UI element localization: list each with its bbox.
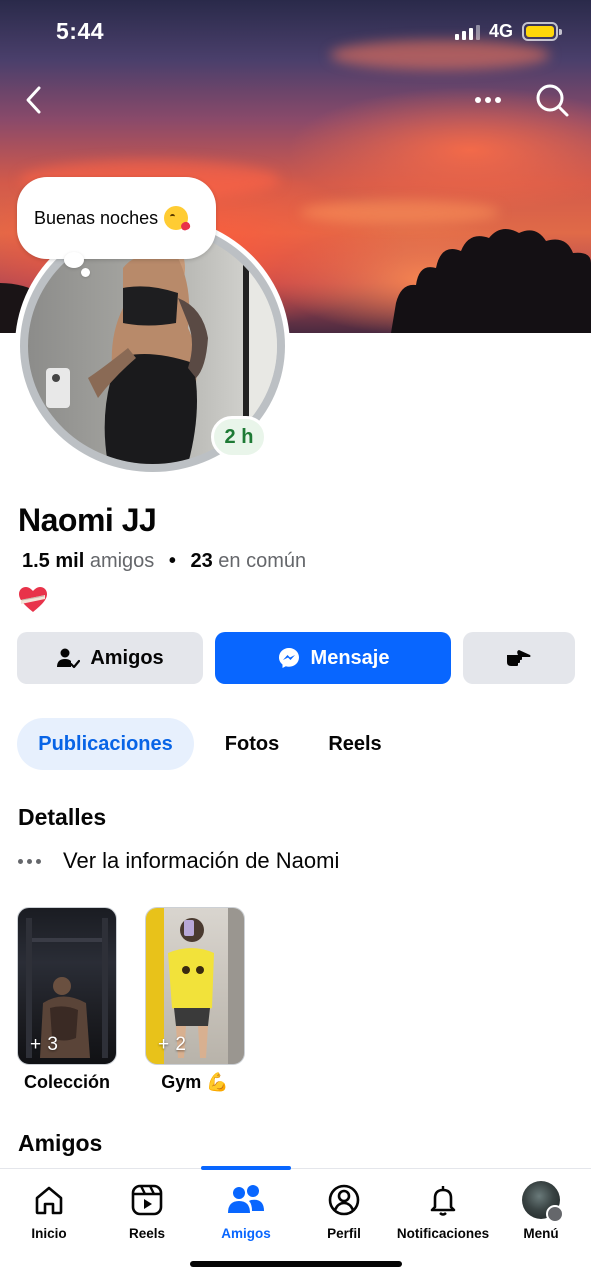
highlight-label: Colección [23, 1072, 111, 1092]
active-time-badge: 2 h [211, 416, 267, 458]
highlight-count: + 3 [30, 1034, 59, 1055]
search-icon [536, 84, 569, 117]
mutual-count: 23 [190, 550, 213, 572]
note-text: Buenas noches [34, 207, 159, 228]
nav-label: Menú [523, 1226, 559, 1241]
messenger-icon [278, 648, 299, 668]
reels-icon [131, 1184, 163, 1216]
friend-label: amigos [89, 550, 155, 572]
nav-label: Notificaciones [396, 1226, 490, 1241]
nav-amigos[interactable]: Amigos [197, 1180, 295, 1241]
nav-menu[interactable]: Menú [492, 1180, 590, 1241]
mutual-label: en común [218, 550, 307, 572]
note-bubble-tail-small [81, 268, 90, 277]
search-button[interactable] [532, 80, 572, 120]
separator-dot: • [168, 550, 176, 572]
details-title: Detalles [18, 804, 107, 830]
tab-reels[interactable]: Reels [313, 718, 397, 770]
mending-heart-icon [19, 587, 47, 612]
more-actions-button[interactable] [463, 632, 575, 684]
tab-fotos[interactable]: Fotos [207, 718, 297, 770]
nav-label: Inicio [31, 1226, 67, 1241]
tab-publicaciones[interactable]: Publicaciones [17, 718, 194, 770]
friends-button[interactable]: Amigos [17, 632, 203, 684]
network-type: 4G [489, 21, 514, 41]
more-horizontal-icon [475, 97, 501, 103]
highlight-gym[interactable]: + 2 [145, 907, 245, 1065]
status-bar: 5:44 4G [0, 0, 591, 64]
nav-label: Perfil [327, 1226, 361, 1241]
friends-icon [228, 1185, 264, 1213]
more-dots-icon [18, 858, 45, 864]
note-bubble[interactable]: Buenas noches [17, 177, 216, 259]
nav-label: Amigos [221, 1226, 271, 1241]
friends-button-label: Amigos [90, 646, 164, 669]
signal-icon [455, 24, 480, 40]
nav-perfil[interactable]: Perfil [295, 1180, 393, 1241]
nav-reels[interactable]: Reels [98, 1180, 196, 1241]
highlight-label: Gym 💪 [161, 1072, 229, 1092]
status-time: 5:44 [56, 18, 105, 44]
highlight-coleccion[interactable]: + 3 [17, 907, 117, 1065]
nav-notificaciones[interactable]: Notificaciones [394, 1180, 492, 1241]
message-button-label: Mensaje [310, 646, 390, 669]
home-indicator [190, 1261, 402, 1267]
chevron-left-icon [26, 86, 41, 114]
profile-name: Naomi JJ [18, 502, 157, 538]
nav-inicio[interactable]: Inicio [0, 1180, 98, 1241]
kiss-emoji-icon [164, 206, 189, 230]
home-icon [35, 1186, 63, 1215]
back-button[interactable] [20, 80, 50, 120]
message-button[interactable]: Mensaje [215, 632, 451, 684]
active-tab-indicator [201, 1166, 291, 1170]
battery-icon [522, 22, 562, 41]
highlight-count: + 2 [158, 1034, 187, 1055]
profile-icon [328, 1184, 360, 1216]
person-check-icon [57, 648, 81, 669]
nav-label: Reels [128, 1226, 166, 1241]
note-bubble-tail [64, 252, 84, 268]
bell-icon [430, 1186, 456, 1216]
friends-section-title: Amigos [18, 1130, 103, 1156]
friend-count: 1.5 mil [22, 550, 85, 572]
see-info-label: Ver la información de Naomi [63, 848, 340, 873]
tree-silhouette [391, 229, 591, 333]
friend-stats[interactable]: 1.5 mil amigos • 23 en común [22, 550, 306, 573]
menu-avatar-icon [522, 1181, 564, 1223]
more-options-button[interactable] [472, 86, 504, 114]
see-info-link[interactable]: Ver la información de Naomi [18, 848, 339, 874]
hand-pointing-icon [507, 650, 531, 666]
